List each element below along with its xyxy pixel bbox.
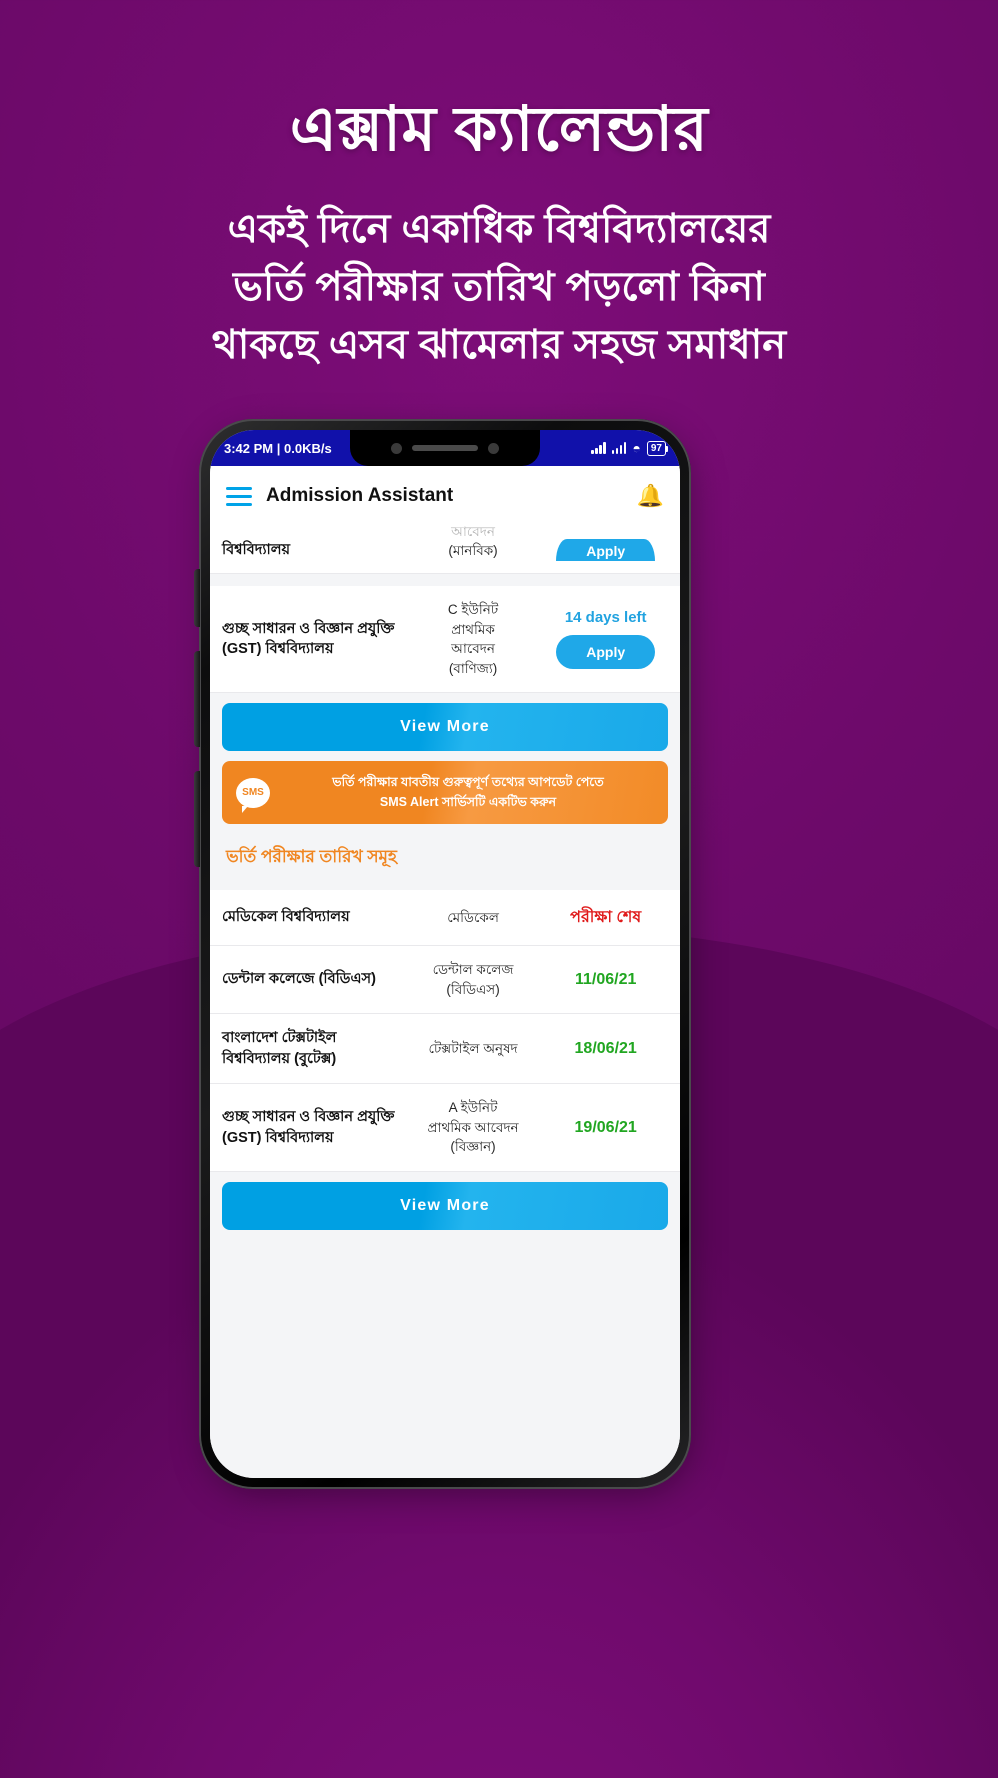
row-unit-line-1: টেক্সটাইল অনুষদ [428,1040,518,1056]
scroll-content[interactable]: বিশ্ববিদ্যালয় আবেদন (মানবিক) Apply গুচ্… [210,526,680,1478]
row-unit-line-3: (বিজ্ঞান) [450,1139,496,1155]
hero-subtitle: একই দিনে একাধিক বিশ্ববিদ্যালয়ের ভর্তি প… [0,200,998,374]
hamburger-menu-icon[interactable] [226,486,252,506]
row-university-name: বিশ্ববিদ্যালয় [222,542,291,559]
row-unit-line-1: A ইউনিট [448,1100,498,1116]
signal-bars-icon-2 [611,442,627,454]
sms-banner-line-1: ভর্তি পরীক্ষার যাবতীয় গুরুত্বপূর্ণ তথ্য… [332,775,604,790]
signal-bars-icon [591,442,606,454]
row-university-name: গুচ্ছ সাধারন ও বিজ্ঞান প্রযুক্তি (GST) ব… [222,1109,395,1146]
wifi-icon: ◓ [632,440,641,456]
row-unit-line-1: ডেন্টাল কলেজ [432,962,514,977]
table-row[interactable]: ডেন্টাল কলেজে (বিডিএস) ডেন্টাল কলেজ (বিড… [210,946,680,1015]
row-unit: ডেন্টাল কলেজ (বিডিএস) [411,960,536,999]
row-unit-line-2: প্রাথমিক [451,621,495,637]
row-unit: টেক্সটাইল অনুষদ [411,1039,536,1059]
hero-subtitle-line-1: একই দিনে একাধিক বিশ্ববিদ্যালয়ের [227,207,771,252]
row-unit-line-1: আবেদন [451,526,495,539]
phone-mockup: 3:42 PM | 0.0KB/s ◓ 97 Admission Assista… [194,419,799,1519]
hero-subtitle-line-3: থাকছে এসব ঝামেলার সহজ সমাধান [211,323,787,368]
row-unit: A ইউনিট প্রাথমিক আবেদন (বিজ্ঞান) [411,1098,536,1157]
hero-subtitle-line-2: ভর্তি পরীক্ষার তারিখ পড়লো কিনা [233,265,765,310]
row-unit-line-4: (বাণিজ্য) [448,660,498,676]
app-bar: Admission Assistant 🔔 [210,466,680,526]
row-action: 14 days left Apply [543,609,668,670]
status-bar: 3:42 PM | 0.0KB/s ◓ 97 [210,430,680,466]
view-more-button-admissions[interactable]: View More [222,703,668,752]
table-row[interactable]: গুচ্ছ সাধারন ও বিজ্ঞান প্রযুক্তি (GST) ব… [210,586,680,694]
row-unit-line-1: C ইউনিট [447,602,499,617]
apply-button[interactable]: Apply [556,539,656,561]
exam-date-value: 11/06/21 [574,970,637,988]
view-more-button-exam-dates[interactable]: View More [222,1181,668,1230]
exam-date-value: 19/06/21 [574,1118,637,1136]
table-row[interactable]: বিশ্ববিদ্যালয় আবেদন (মানবিক) Apply [210,526,680,574]
app-bar-title: Admission Assistant [266,485,454,506]
phone-frame: 3:42 PM | 0.0KB/s ◓ 97 Admission Assista… [194,419,691,1489]
phone-notch [350,430,540,466]
row-action: Apply [543,539,668,561]
table-row[interactable]: গুচ্ছ সাধারন ও বিজ্ঞান প্রযুক্তি (GST) ব… [210,1084,680,1172]
row-unit-line-1: মেডিকেল [447,909,499,925]
row-unit: আবেদন (মানবিক) [411,526,536,561]
row-divider [210,574,680,586]
row-university-name: বাংলাদেশ টেক্সটাইল বিশ্ববিদ্যালয় (বুটেক… [222,1030,337,1067]
row-unit: C ইউনিট প্রাথমিক আবেদন (বাণিজ্য) [411,600,536,678]
sms-alert-banner[interactable]: SMS ভর্তি পরীক্ষার যাবতীয় গুরুত্বপূর্ণ … [222,761,668,824]
exam-dates-section-title: ভর্তি পরীক্ষার তারিখ সমূহ [210,824,680,890]
table-row[interactable]: মেডিকেল বিশ্ববিদ্যালয় মেডিকেল পরীক্ষা শ… [210,890,680,946]
status-bar-icons: ◓ 97 [591,440,669,456]
front-camera-icon [391,442,402,454]
status-bar-time: 3:42 PM | 0.0KB/s [224,440,332,456]
page-title: এক্সাম ক্যালেন্ডার [289,95,709,164]
phone-screen: 3:42 PM | 0.0KB/s ◓ 97 Admission Assista… [210,430,680,1478]
earpiece-speaker [412,445,478,451]
row-university-name: ডেন্টাল কলেজে (বিডিএস) [222,971,376,988]
sms-banner-text: ভর্তি পরীক্ষার যাবতীয় গুরুত্বপূর্ণ তথ্য… [282,773,654,812]
row-unit: মেডিকেল [411,908,536,928]
apply-button[interactable]: Apply [556,635,656,670]
row-university-name: মেডিকেল বিশ্ববিদ্যালয় [222,909,350,926]
sms-bubble-icon: SMS [236,777,270,813]
row-unit-line-3: আবেদন [451,641,495,657]
row-unit-line-2: (মানবিক) [448,543,498,559]
row-university-name: গুচ্ছ সাধারন ও বিজ্ঞান প্রযুক্তি (GST) ব… [222,620,395,658]
exam-date-value: পরীক্ষা শেষ [570,909,642,926]
notification-bell-icon[interactable]: 🔔 [637,485,664,507]
table-row[interactable]: বাংলাদেশ টেক্সটাইল বিশ্ববিদ্যালয় (বুটেক… [210,1014,680,1085]
row-unit-line-2: (বিডিএস) [446,981,500,997]
days-left-badge: 14 days left [564,609,647,627]
phone-side-button [194,771,200,867]
exam-date-value: 18/06/21 [574,1039,637,1057]
sms-banner-line-2: SMS Alert সার্ভিসটি একটিভ করুন [379,794,557,809]
hero-section: এক্সাম ক্যালেন্ডার একই দিনে একাধিক বিশ্ব… [0,0,998,374]
battery-icon: 97 [646,440,669,456]
row-unit-line-2: প্রাথমিক আবেদন [427,1119,519,1135]
sensor-icon [488,442,499,454]
